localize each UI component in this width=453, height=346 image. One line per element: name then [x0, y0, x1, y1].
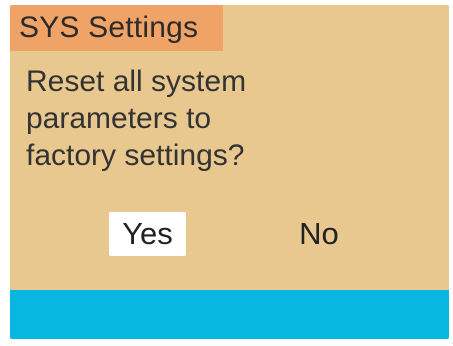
- settings-dialog: SYS Settings Reset all system parameters…: [10, 5, 449, 339]
- message-line-2: parameters to: [26, 102, 212, 135]
- no-button[interactable]: No: [291, 212, 347, 256]
- device-frame: SYS Settings Reset all system parameters…: [0, 0, 453, 346]
- confirmation-message: Reset all system parameters to factory s…: [26, 63, 326, 174]
- status-bar: [10, 290, 449, 339]
- dialog-title: SYS Settings: [19, 11, 199, 44]
- message-line-1: Reset all system: [26, 65, 247, 98]
- message-line-3: factory settings?: [26, 139, 245, 172]
- yes-button[interactable]: Yes: [109, 212, 186, 256]
- title-bar: SYS Settings: [10, 5, 223, 51]
